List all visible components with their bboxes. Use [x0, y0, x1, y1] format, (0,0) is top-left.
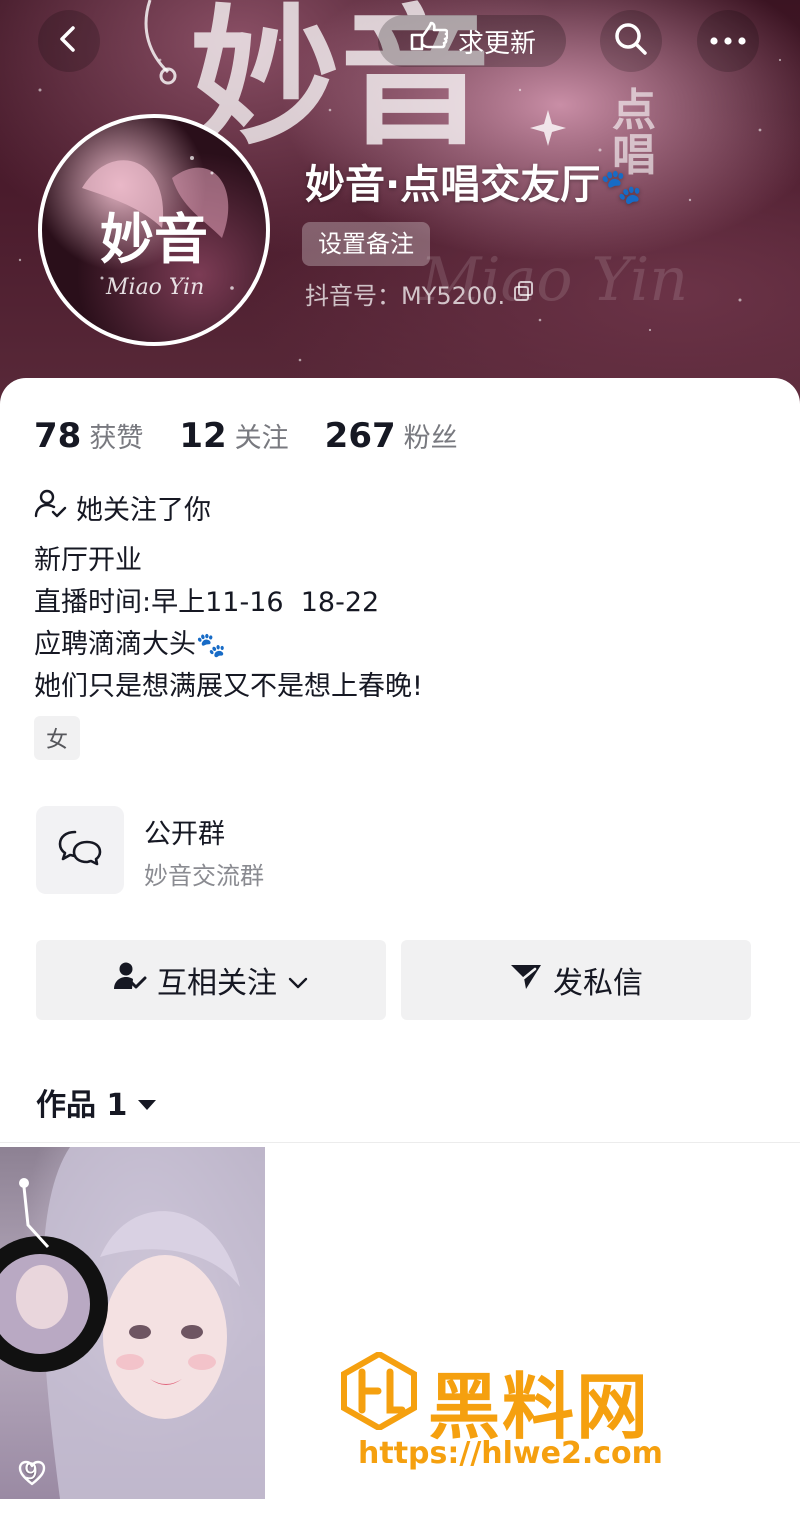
stat-followers[interactable]: 267 粉丝 — [325, 416, 458, 456]
mutual-follow-button[interactable]: 互相关注 — [36, 940, 386, 1020]
chevron-left-icon — [54, 24, 84, 58]
stat-followers-label: 粉丝 — [403, 423, 458, 454]
bio-line: 直播时间:早上11-16 18-22 — [34, 587, 380, 618]
request-update-label: 求更新 — [457, 28, 536, 59]
more-dots-icon — [708, 32, 748, 51]
stat-followers-value: 267 — [324, 416, 396, 456]
public-group-entry[interactable]: 公开群 妙音交流群 — [34, 806, 754, 896]
copy-icon — [513, 280, 535, 308]
stat-following-label: 关注 — [234, 423, 289, 454]
bio-line: 新厅开业 — [34, 545, 142, 576]
group-chat-icon-box — [36, 806, 124, 894]
set-remark-button[interactable]: 设置备注 — [302, 222, 430, 266]
group-title: 公开群 — [144, 819, 225, 850]
stat-following-value: 12 — [179, 416, 227, 456]
video-thumbnail[interactable]: 9 — [0, 1147, 265, 1499]
mutual-follow-label: 互相关注 — [157, 966, 277, 1001]
paw-emoji: 🐾 — [196, 631, 226, 659]
video-cover-artwork — [0, 1147, 265, 1499]
stat-following[interactable]: 12 关注 — [179, 416, 288, 456]
chevron-down-icon — [287, 963, 309, 998]
tab-divider — [0, 1142, 800, 1143]
chat-bubbles-icon — [57, 828, 103, 872]
more-options-button[interactable] — [697, 10, 759, 72]
works-tab-label: 作品 1 — [36, 1088, 128, 1123]
bio-line-text: 应聘滴滴大头 — [34, 629, 196, 660]
user-check-filled-icon — [113, 961, 147, 999]
stat-likes-label: 获赞 — [89, 423, 144, 454]
stat-likes[interactable]: 78 获赞 — [34, 416, 143, 456]
bio-line: 她们只是想满展又不是想上春晚! — [34, 671, 423, 702]
gender-tag: 女 — [34, 716, 80, 760]
works-tab[interactable]: 作品 1 — [36, 1080, 157, 1124]
profile-name: 妙音·点唱交友厅🐾 — [305, 152, 643, 210]
follows-you-notice: 她关注了你 — [34, 488, 211, 527]
svg-text:点: 点 — [612, 85, 656, 136]
avatar-artwork: 妙音 Miao Yin — [82, 156, 234, 300]
bio-line: 应聘滴滴大头 🐾 — [34, 624, 423, 666]
caret-down-icon — [137, 1085, 157, 1120]
watermark-url: https://hlwe2.com — [358, 1436, 663, 1471]
profile-bio: 新厅开业 直播时间:早上11-16 18-22 应聘滴滴大头 🐾 她们只是想满展又… — [34, 540, 423, 708]
search-button[interactable] — [600, 10, 662, 72]
profile-banner: 妙音 点 唱 Miao Yin 求更新 妙音 Miao Yin 妙音·点唱交友厅… — [0, 0, 800, 420]
profile-name-text: 妙音·点唱交友厅 — [305, 162, 601, 208]
request-update-button[interactable]: 求更新 — [378, 15, 566, 67]
user-check-icon — [34, 489, 68, 526]
profile-card: 78 获赞 12 关注 267 粉丝 她关注了你 新厅开业 直播时间:早上11-… — [0, 378, 800, 1533]
douyin-id-text: 抖音号：MY5200. — [305, 282, 506, 310]
douyin-id[interactable]: 抖音号：MY5200. — [305, 276, 535, 311]
search-icon — [611, 19, 651, 63]
back-button[interactable] — [38, 10, 100, 72]
follows-you-text: 她关注了你 — [76, 495, 211, 526]
pointing-hand-icon — [408, 21, 449, 62]
send-message-label: 发私信 — [553, 966, 643, 1001]
profile-stats: 78 获赞 12 关注 267 粉丝 — [34, 416, 458, 456]
send-plane-icon — [509, 961, 543, 999]
watermark-overlay: 黑料网 https://hlwe2.com — [340, 1348, 740, 1473]
video-like-count: 9 — [18, 1460, 46, 1486]
svg-text:Miao Yin: Miao Yin — [105, 275, 204, 300]
profile-avatar[interactable]: 妙音 Miao Yin — [38, 114, 270, 346]
paw-emoji: 🐾 — [600, 167, 643, 207]
svg-text:妙音: 妙音 — [100, 207, 208, 271]
group-subtitle: 妙音交流群 — [144, 862, 264, 890]
stat-likes-value: 78 — [34, 416, 82, 456]
watermark-logo-icon — [340, 1350, 418, 1434]
send-message-button[interactable]: 发私信 — [401, 940, 751, 1020]
